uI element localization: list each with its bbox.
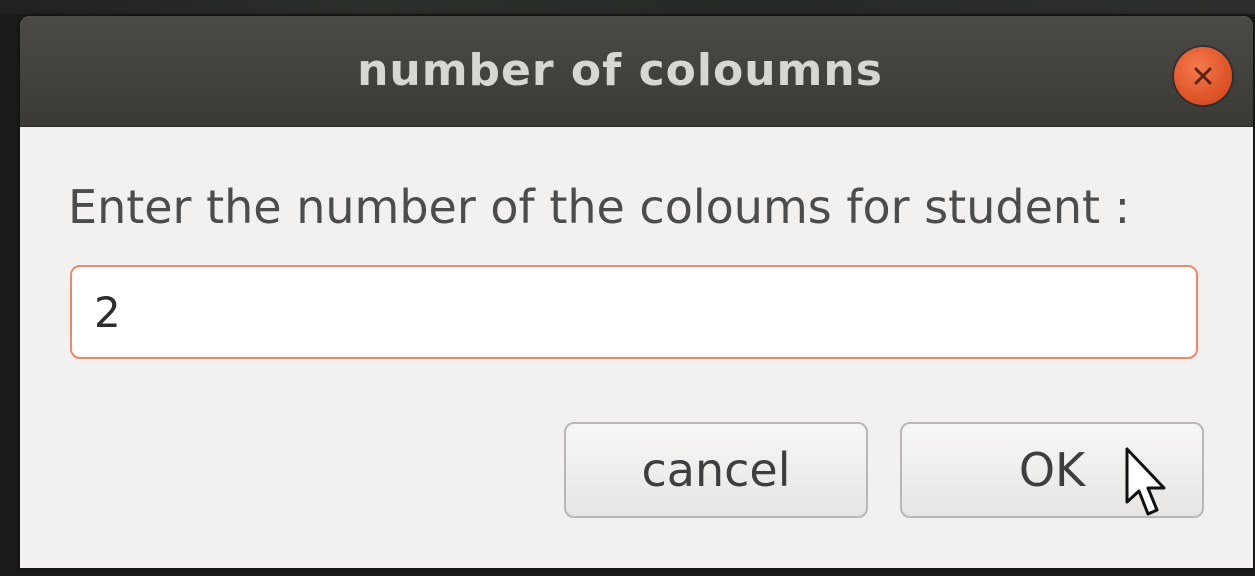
cancel-button[interactable]: cancel	[564, 422, 868, 518]
prompt-label: Enter the number of the coloums for stud…	[68, 180, 1131, 234]
dialog-titlebar[interactable]: number of coloumns	[20, 16, 1253, 127]
dialog-title: number of coloumns	[357, 45, 883, 96]
close-button[interactable]	[1174, 47, 1232, 105]
close-icon	[1194, 67, 1212, 85]
mouse-pointer-icon	[1125, 447, 1166, 516]
columns-input[interactable]	[70, 265, 1198, 359]
number-of-columns-dialog: number of coloumns Enter the number of t…	[20, 16, 1253, 568]
background-window-strip	[0, 0, 1255, 14]
